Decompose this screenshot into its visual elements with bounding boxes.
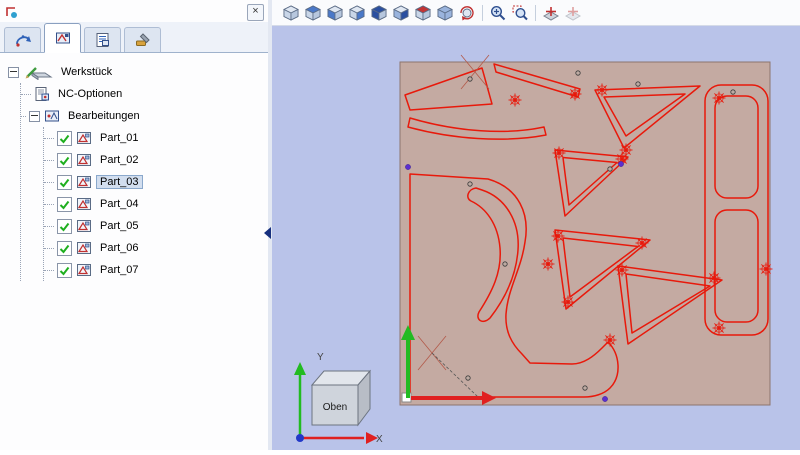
zoom-window-icon <box>511 4 529 22</box>
view-right-button[interactable] <box>390 2 412 24</box>
part-label: Part_05 <box>96 219 143 233</box>
tree-part-item[interactable]: Part_06 <box>44 237 264 259</box>
view-front-button[interactable] <box>324 2 346 24</box>
part-label: Part_07 <box>96 263 143 277</box>
tree-branch: NC-Optionen Bearbeitungen <box>20 83 264 281</box>
tree-root-item[interactable]: Werkstück <box>8 61 264 83</box>
project-tree-panel: × <box>0 0 269 450</box>
cam-application-window: × <box>0 0 800 450</box>
nc-options-icon <box>34 86 50 102</box>
tab-operations[interactable] <box>44 23 81 53</box>
part-icon <box>76 131 92 145</box>
part-icon <box>76 241 92 255</box>
view-back-button[interactable] <box>346 2 368 24</box>
check-icon <box>58 264 71 277</box>
zoom-fit-icon <box>489 4 507 22</box>
nc-options-label: NC-Optionen <box>54 87 126 101</box>
toolpath-arrow-icon <box>14 31 32 49</box>
view-top-button[interactable] <box>412 2 434 24</box>
panel-header: × <box>0 0 268 22</box>
view-bottom-button[interactable] <box>434 2 456 24</box>
view-cube-label: Oben <box>323 402 347 413</box>
part-checkbox[interactable] <box>57 241 72 256</box>
part-checkbox[interactable] <box>57 197 72 212</box>
tab-nc-list[interactable] <box>84 27 121 52</box>
tree-operations-item[interactable]: Bearbeitungen <box>21 105 264 127</box>
view-dimetric-button[interactable] <box>302 2 324 24</box>
toolbar-separator <box>535 5 536 21</box>
part-checkbox[interactable] <box>57 175 72 190</box>
panel-app-icon <box>4 5 18 19</box>
panel-close-button[interactable]: × <box>247 4 264 21</box>
check-icon <box>58 176 71 189</box>
tool-icon <box>134 31 152 49</box>
workplane-secondary-button[interactable] <box>562 2 584 24</box>
zoom-window-button[interactable] <box>509 2 531 24</box>
workpiece-tree: Werkstück NC-Optionen <box>0 53 268 281</box>
tree-part-item[interactable]: Part_02 <box>44 149 264 171</box>
tree-part-item[interactable]: Part_01 <box>44 127 264 149</box>
part-checkbox[interactable] <box>57 219 72 234</box>
view-toolbar <box>272 0 800 26</box>
workplane-icon <box>542 4 560 22</box>
tab-tools[interactable] <box>124 27 161 52</box>
triad-origin-icon <box>296 434 304 442</box>
check-icon <box>58 242 71 255</box>
tree-nc-options-item[interactable]: NC-Optionen <box>21 83 264 105</box>
part-icon <box>76 197 92 211</box>
view-isometric-button[interactable] <box>280 2 302 24</box>
collapse-expander-icon[interactable] <box>29 111 40 122</box>
part-icon <box>76 263 92 277</box>
tree-part-item[interactable]: Part_05 <box>44 215 264 237</box>
part-label: Part_03 <box>96 175 143 189</box>
tree-part-item[interactable]: Part_03 <box>44 171 264 193</box>
zoom-fit-button[interactable] <box>487 2 509 24</box>
part-icon <box>76 219 92 233</box>
tree-part-item[interactable]: Part_04 <box>44 193 264 215</box>
viewport-3d[interactable]: Oben Y X <box>272 26 800 450</box>
operations-icon <box>54 29 72 47</box>
part-label: Part_02 <box>96 153 143 167</box>
tree-part-item[interactable]: Part_07 <box>44 259 264 281</box>
panel-tab-strip <box>0 22 268 53</box>
nc-list-icon <box>94 31 112 49</box>
operations-label: Bearbeitungen <box>64 109 144 123</box>
tree-root-label: Werkstück <box>57 65 116 79</box>
tab-simulation[interactable] <box>4 27 41 52</box>
part-label: Part_01 <box>96 131 143 145</box>
toolbar-separator <box>482 5 483 21</box>
part-icon <box>76 153 92 167</box>
part-checkbox[interactable] <box>57 131 72 146</box>
viewport-canvas[interactable]: Oben Y X <box>272 26 800 450</box>
check-icon <box>58 198 71 211</box>
part-checkbox[interactable] <box>57 263 72 278</box>
check-icon <box>58 132 71 145</box>
check-icon <box>58 220 71 233</box>
workplane-secondary-icon <box>564 4 582 22</box>
operations-group-icon <box>44 108 60 124</box>
check-icon <box>58 154 71 167</box>
axis-y-label: Y <box>317 352 324 363</box>
panel-collapse-arrow[interactable] <box>264 227 271 239</box>
workplane-button[interactable] <box>540 2 562 24</box>
collapse-expander-icon[interactable] <box>8 67 19 78</box>
parts-list: Part_01 Part_02 <box>43 127 264 281</box>
view-orbit-button[interactable] <box>456 2 478 24</box>
part-icon <box>76 175 92 189</box>
orbit-icon <box>458 4 476 22</box>
axis-x-label: X <box>376 434 383 445</box>
part-label: Part_04 <box>96 197 143 211</box>
part-label: Part_06 <box>96 241 143 255</box>
view-left-button[interactable] <box>368 2 390 24</box>
part-checkbox[interactable] <box>57 153 72 168</box>
workpiece-icon <box>23 64 53 80</box>
